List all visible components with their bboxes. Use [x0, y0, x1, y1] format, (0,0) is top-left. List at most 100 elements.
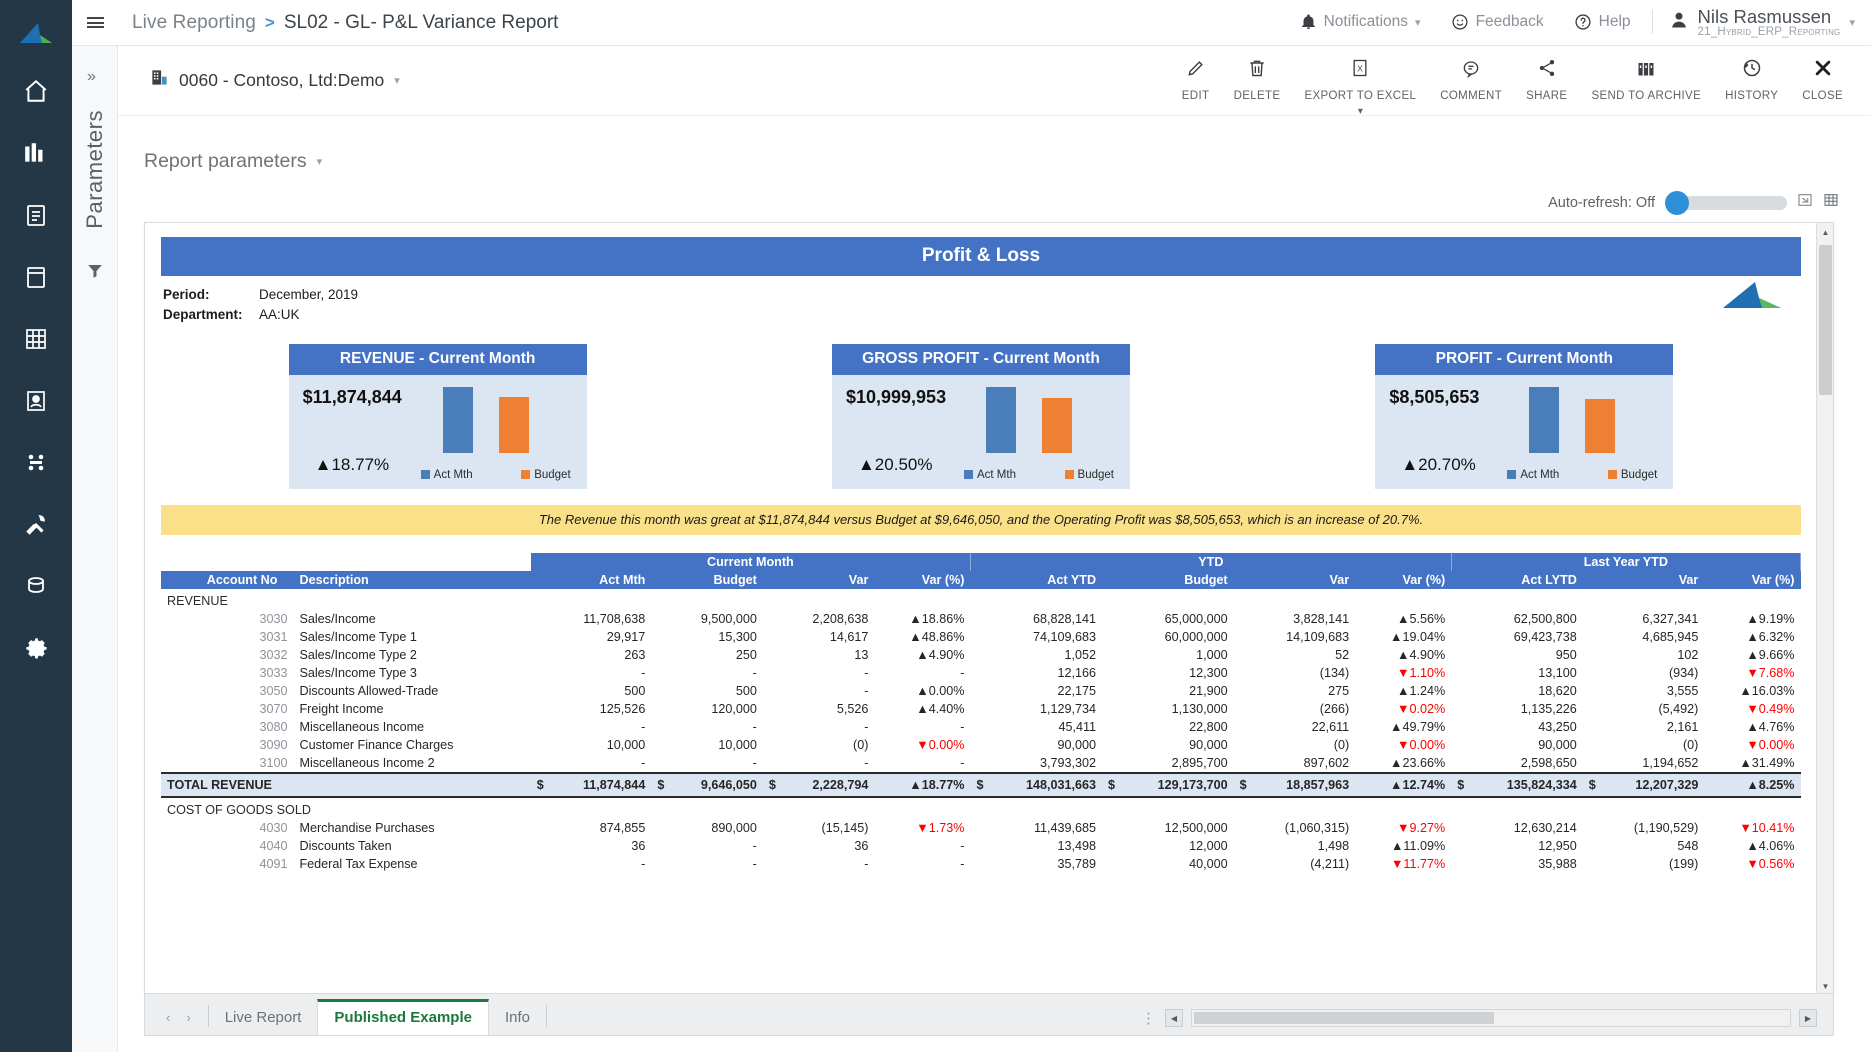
column-header-var[interactable]: Var: [1583, 571, 1705, 589]
sidebar-item-spreadsheet[interactable]: [0, 308, 72, 370]
notifications-button[interactable]: Notifications ▾: [1285, 13, 1436, 31]
cell-value: 5,526: [763, 700, 875, 718]
cell-value: 13,498: [970, 837, 1102, 855]
sidebar-item-modules[interactable]: [0, 432, 72, 494]
table-row[interactable]: 4040Discounts Taken36-36-13,49812,0001,4…: [161, 837, 1801, 855]
sidebar-item-reports[interactable]: [0, 122, 72, 184]
help-button[interactable]: Help: [1559, 13, 1646, 31]
table-row[interactable]: 3033Sales/Income Type 3----12,16612,300(…: [161, 664, 1801, 682]
cell-value: ▲9.19%: [1704, 610, 1800, 628]
column-header-description[interactable]: Description: [293, 571, 530, 589]
app-logo[interactable]: [0, 8, 72, 60]
share-button[interactable]: SHARE: [1514, 54, 1579, 106]
sidebar-item-settings[interactable]: [0, 618, 72, 680]
scroll-down-button[interactable]: ▼: [1817, 977, 1834, 994]
cell-value: -: [874, 837, 970, 855]
fullscreen-icon[interactable]: [1797, 192, 1813, 213]
sidebar-item-documents[interactable]: [0, 246, 72, 308]
table-row[interactable]: 3030Sales/Income11,708,6389,500,0002,208…: [161, 610, 1801, 628]
kpi-card-gross-profit: GROSS PROFIT - Current Month $10,999,953…: [832, 344, 1130, 489]
currency-symbol: $: [1589, 778, 1599, 792]
chevron-down-icon[interactable]: ▾: [1358, 106, 1363, 117]
column-header-budget[interactable]: Budget: [651, 571, 763, 589]
cell-value: ▲16.03%: [1704, 682, 1800, 700]
table-row[interactable]: 3100Miscellaneous Income 2----3,793,3022…: [161, 754, 1801, 773]
column-header-var-[interactable]: Var (%): [1704, 571, 1800, 589]
cell-value: 35,988: [1451, 855, 1583, 873]
table-row[interactable]: 4030Merchandise Purchases874,855890,000(…: [161, 819, 1801, 837]
breadcrumb-root[interactable]: Live Reporting: [132, 12, 256, 34]
chevron-down-icon[interactable]: ▾: [317, 155, 323, 168]
column-header-budget[interactable]: Budget: [1102, 571, 1234, 589]
tab-live-report[interactable]: Live Report: [209, 1002, 318, 1035]
report-canvas: Profit & Loss Period: December, 2019 Dep…: [144, 222, 1834, 994]
tab-overflow-icon[interactable]: ⋮: [1141, 1009, 1157, 1027]
table-row[interactable]: 3031Sales/Income Type 129,91715,30014,61…: [161, 628, 1801, 646]
table-row[interactable]: 3070Freight Income125,526120,0005,526▲4.…: [161, 700, 1801, 718]
table-row[interactable]: 3080Miscellaneous Income----45,41122,800…: [161, 718, 1801, 736]
sidebar-item-home[interactable]: [0, 60, 72, 122]
scroll-up-button[interactable]: ▲: [1817, 223, 1834, 241]
pencil-icon: [1186, 58, 1206, 83]
meta-value: AA:UK: [259, 305, 300, 325]
table-row[interactable]: 3090Customer Finance Charges10,00010,000…: [161, 736, 1801, 754]
cell-value: (0): [1234, 736, 1356, 754]
vertical-scrollbar[interactable]: ▲ ▼: [1816, 223, 1833, 994]
grid-view-icon[interactable]: [1823, 192, 1839, 213]
column-header-act-mth[interactable]: Act Mth: [531, 571, 652, 589]
column-header-var-[interactable]: Var (%): [874, 571, 970, 589]
cell-value: -: [874, 664, 970, 682]
bar-act-mth: [1529, 387, 1559, 453]
vertical-scroll-thumb[interactable]: [1819, 245, 1832, 395]
sidebar-item-tasks[interactable]: [0, 184, 72, 246]
cell-value: (934): [1583, 664, 1705, 682]
column-header-var-[interactable]: Var (%): [1355, 571, 1451, 589]
entity-selector[interactable]: 0060 - Contoso, Ltd:Demo ▾: [150, 68, 400, 92]
tab-next-button[interactable]: ›: [179, 1010, 197, 1025]
expand-parameters-icon[interactable]: »: [87, 68, 96, 86]
horizontal-scroll-thumb[interactable]: [1194, 1012, 1494, 1024]
parameters-tab[interactable]: Parameters: [82, 110, 108, 229]
auto-refresh-toggle[interactable]: [1665, 196, 1787, 210]
chevron-down-icon[interactable]: ▾: [1849, 16, 1855, 29]
hamburger-menu-icon[interactable]: [72, 15, 118, 31]
cell-value: ▼0.00%: [874, 736, 970, 754]
cell-value: 2,895,700: [1102, 754, 1234, 773]
hscroll-left-button[interactable]: ◀: [1165, 1009, 1183, 1027]
export-to-excel-button[interactable]: X EXPORT TO EXCEL ▾: [1292, 54, 1428, 121]
report-parameters-toggle[interactable]: Report parameters ▾: [144, 150, 322, 173]
sidebar-item-tools[interactable]: [0, 494, 72, 556]
kpi-body: $11,874,844 ▲18.77% Act Mth Budget: [289, 375, 587, 489]
kpi-title: REVENUE - Current Month: [289, 344, 587, 375]
table-row[interactable]: 4091Federal Tax Expense----35,78940,000(…: [161, 855, 1801, 873]
tab-info[interactable]: Info: [489, 1002, 546, 1035]
sidebar-item-database[interactable]: [0, 556, 72, 618]
tab-published-example[interactable]: Published Example: [317, 999, 489, 1035]
tab-prev-button[interactable]: ‹: [159, 1010, 177, 1025]
column-header-account-no[interactable]: Account No: [161, 571, 293, 589]
column-header-var[interactable]: Var: [763, 571, 875, 589]
kpi-card-profit: PROFIT - Current Month $8,505,653 ▲20.70…: [1375, 344, 1673, 489]
edit-button[interactable]: EDIT: [1170, 54, 1222, 106]
cell-value: 125,526: [531, 700, 652, 718]
feedback-button[interactable]: Feedback: [1436, 13, 1559, 31]
cell-value: 90,000: [1102, 736, 1234, 754]
delete-button[interactable]: DELETE: [1222, 54, 1293, 106]
history-button[interactable]: HISTORY: [1713, 54, 1790, 106]
cell-account-no: 3032: [161, 646, 293, 664]
horizontal-scrollbar[interactable]: [1191, 1009, 1791, 1027]
column-header-var[interactable]: Var: [1234, 571, 1356, 589]
column-header-act-lytd[interactable]: Act LYTD: [1451, 571, 1583, 589]
sidebar-item-contacts[interactable]: [0, 370, 72, 432]
send-to-archive-button[interactable]: SEND TO ARCHIVE: [1579, 54, 1713, 106]
close-button[interactable]: CLOSE: [1790, 54, 1855, 106]
user-menu[interactable]: Nils Rasmussen 21_Hybrid_ERP_Reporting ▾: [1659, 7, 1855, 38]
table-row[interactable]: 3032Sales/Income Type 226325013▲4.90%1,0…: [161, 646, 1801, 664]
column-header-act-ytd[interactable]: Act YTD: [970, 571, 1102, 589]
chevron-down-icon[interactable]: ▾: [394, 74, 400, 87]
cell-value: ▼0.02%: [1355, 700, 1451, 718]
table-row[interactable]: 3050Discounts Allowed-Trade500500-▲0.00%…: [161, 682, 1801, 700]
comment-button[interactable]: COMMENT: [1428, 54, 1514, 106]
hscroll-right-button[interactable]: ▶: [1799, 1009, 1817, 1027]
filter-icon[interactable]: [86, 262, 104, 285]
